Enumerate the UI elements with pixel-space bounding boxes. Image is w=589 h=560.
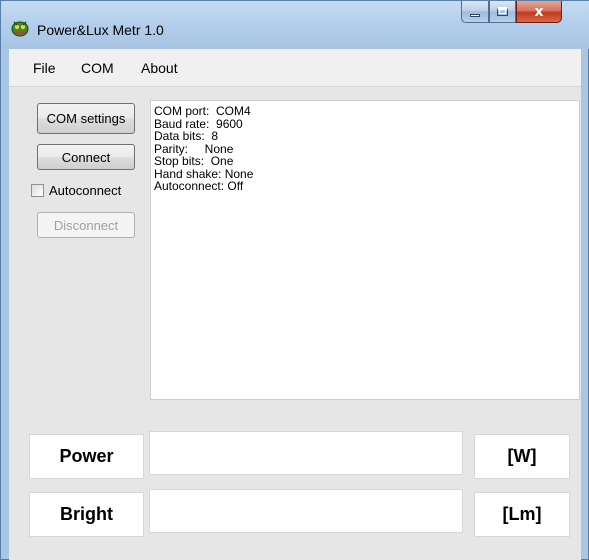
menu-file[interactable]: File bbox=[33, 60, 56, 76]
connection-info-box: COM port: COM4 Baud rate: 9600 Data bits… bbox=[150, 100, 580, 400]
menu-com[interactable]: COM bbox=[81, 60, 114, 76]
autoconnect-row[interactable]: Autoconnect bbox=[31, 181, 121, 199]
maximize-button[interactable] bbox=[489, 1, 516, 23]
info-com-port: COM port: COM4 bbox=[154, 104, 251, 118]
bright-label: Bright bbox=[29, 492, 144, 537]
main-panel: COM settings Connect Autoconnect Disconn… bbox=[9, 87, 581, 560]
app-logo-icon bbox=[11, 21, 29, 37]
close-icon: x bbox=[534, 3, 544, 20]
info-autoconnect: Autoconnect: Off bbox=[154, 179, 244, 193]
bright-unit-label: [Lm] bbox=[474, 492, 570, 537]
power-unit-label: [W] bbox=[474, 434, 570, 479]
info-stop-bits: Stop bits: One bbox=[154, 154, 234, 168]
disconnect-button[interactable]: Disconnect bbox=[37, 212, 135, 238]
bright-value-field bbox=[149, 489, 463, 533]
close-button[interactable]: x bbox=[516, 1, 562, 23]
minimize-button[interactable] bbox=[461, 1, 489, 23]
menu-bar: File COM About bbox=[9, 49, 581, 87]
window-title: Power&Lux Metr 1.0 bbox=[37, 22, 164, 38]
autoconnect-label: Autoconnect bbox=[49, 182, 122, 198]
power-label: Power bbox=[29, 434, 144, 479]
info-data-bits: Data bits: 8 bbox=[154, 129, 219, 143]
maximize-icon bbox=[497, 7, 508, 16]
menu-about[interactable]: About bbox=[141, 60, 178, 76]
com-settings-button[interactable]: COM settings bbox=[37, 103, 135, 134]
title-bar[interactable]: Power&Lux Metr 1.0 x bbox=[1, 1, 589, 49]
minimize-icon bbox=[470, 14, 480, 17]
autoconnect-checkbox[interactable] bbox=[31, 183, 44, 197]
connect-button[interactable]: Connect bbox=[37, 144, 135, 170]
app-window: Power&Lux Metr 1.0 x File COM About COM … bbox=[0, 0, 589, 560]
power-value-field bbox=[149, 431, 463, 475]
